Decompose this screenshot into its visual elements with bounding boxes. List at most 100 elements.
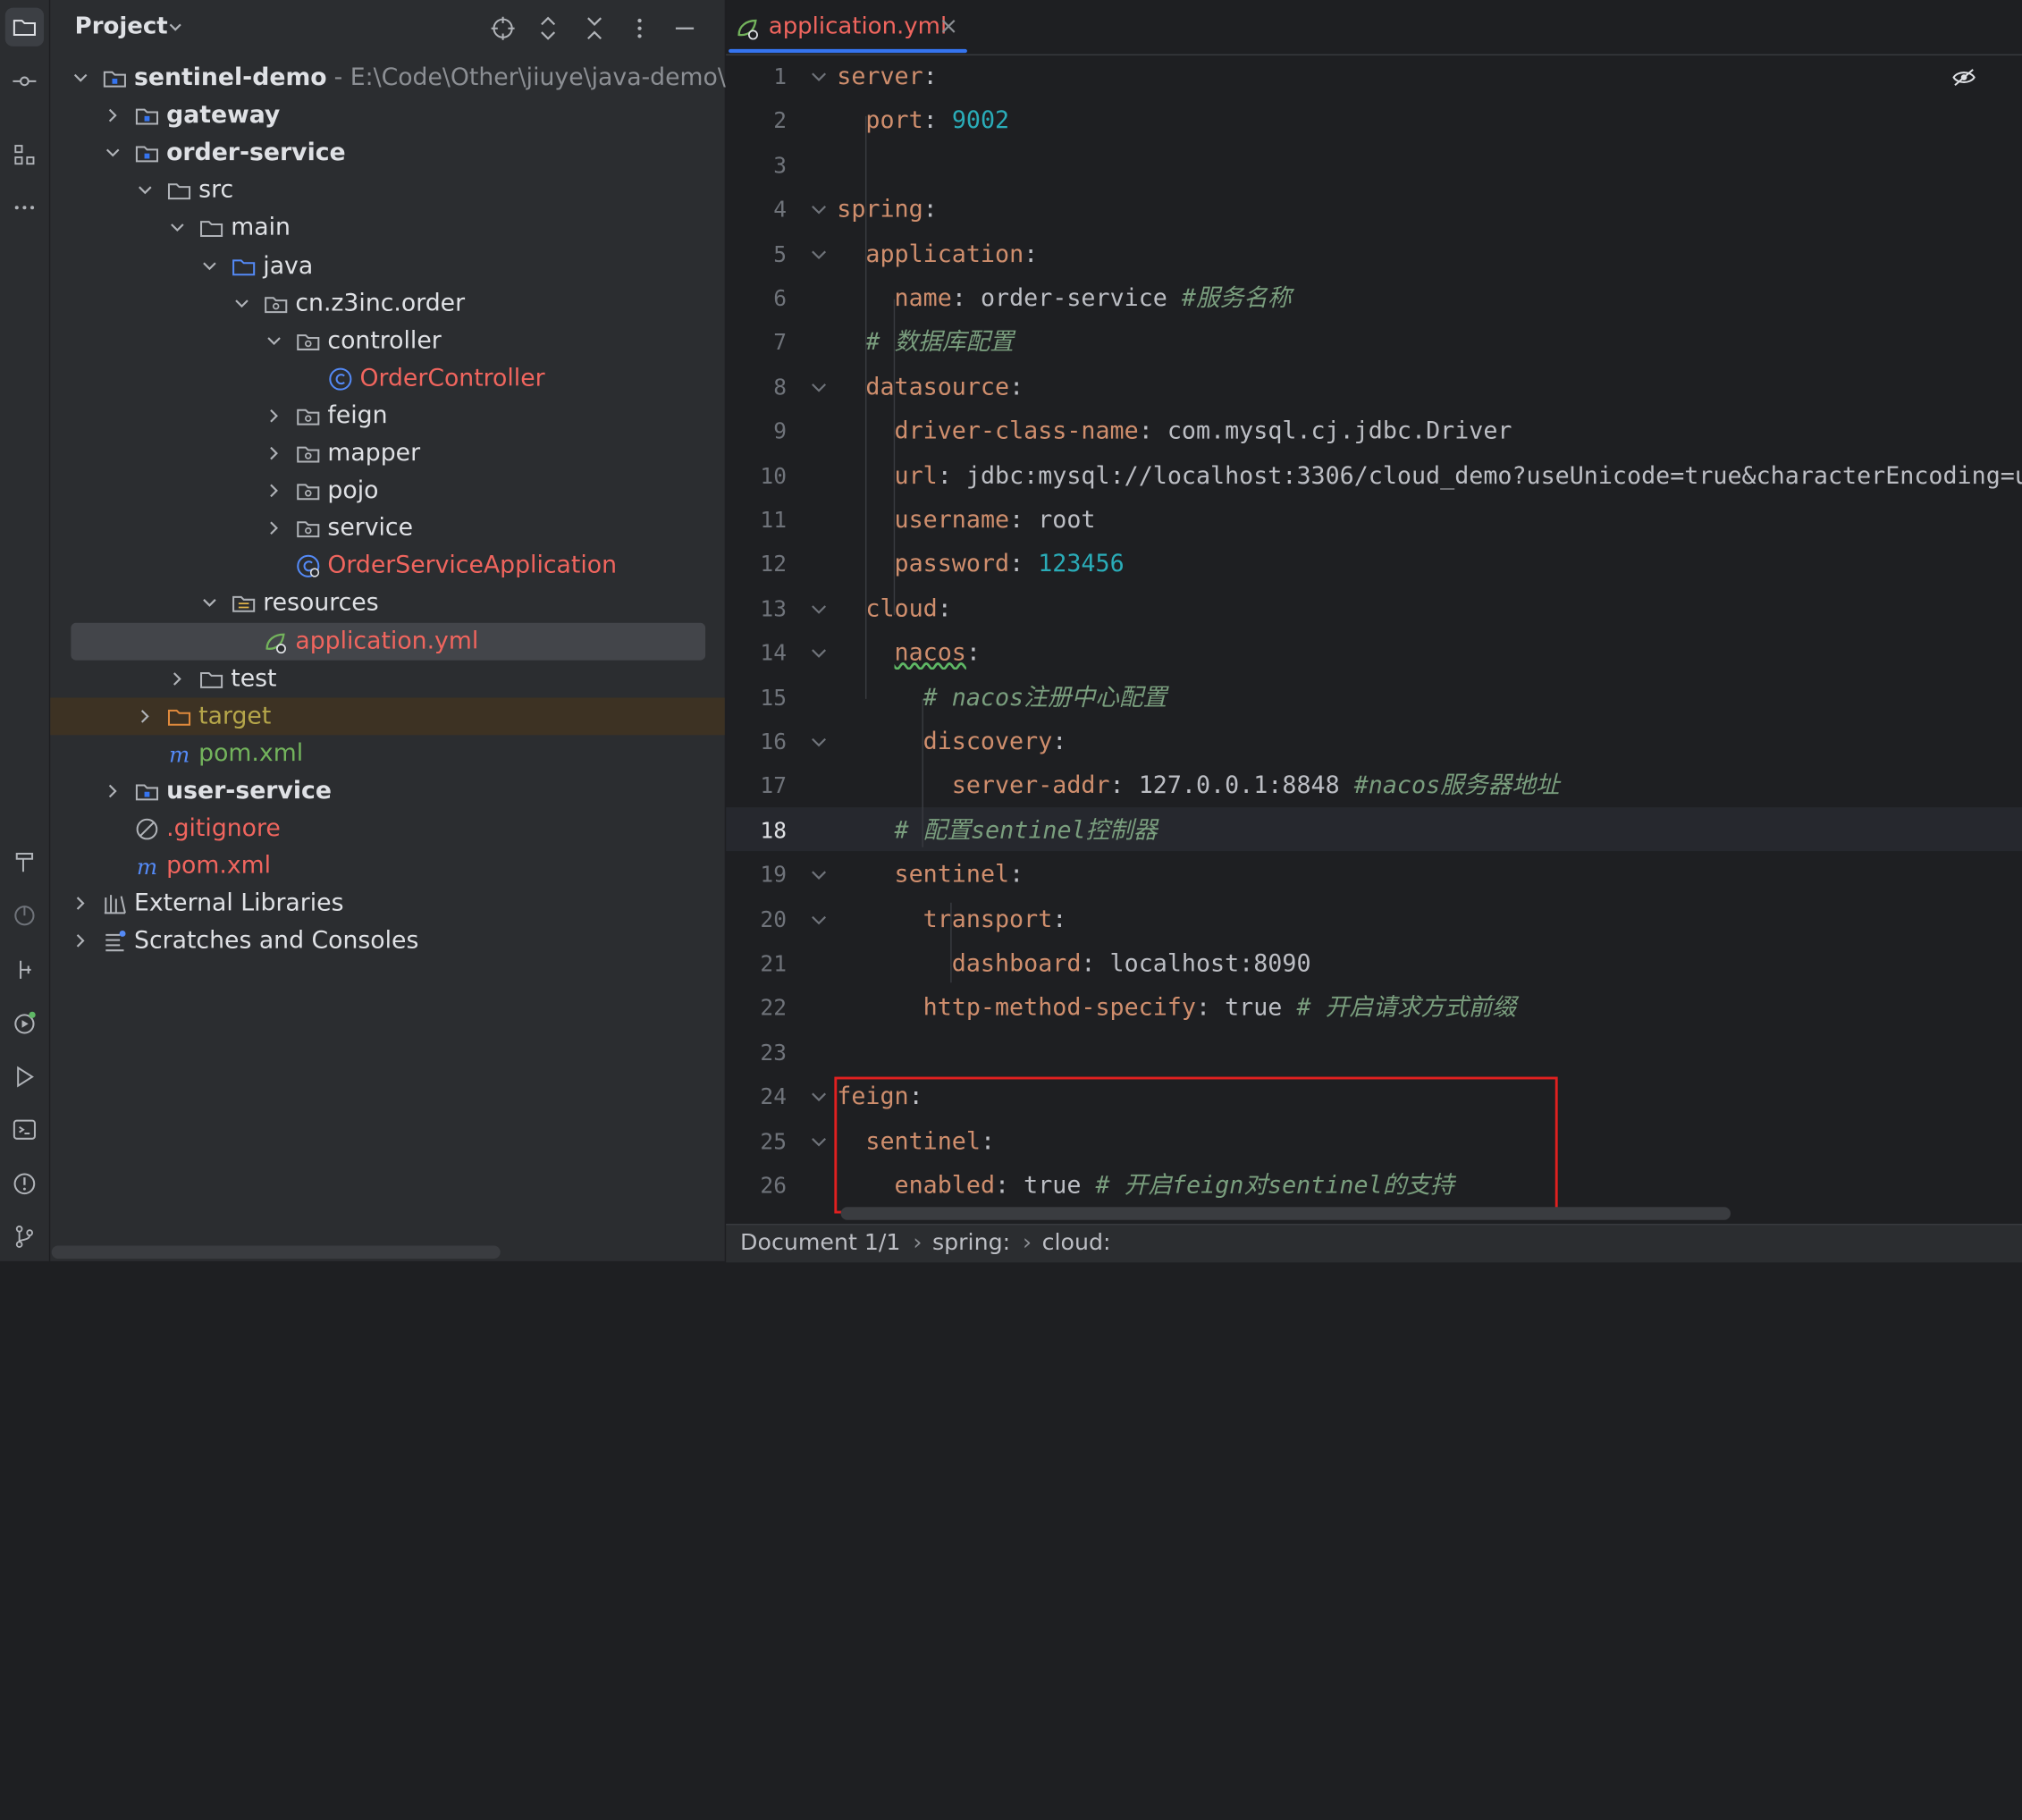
tree-java[interactable]: java xyxy=(50,247,724,284)
tree-test[interactable]: test xyxy=(50,660,724,697)
structure-icon[interactable] xyxy=(5,135,44,173)
fold-chevron-icon[interactable] xyxy=(810,379,828,397)
spring-yml-file-icon xyxy=(265,632,286,653)
chevron-down-icon[interactable] xyxy=(105,145,122,162)
tree-sentinel-demo[interactable]: sentinel-demo - E:\Code\Other\jiuye\java-… xyxy=(50,59,738,97)
project-folder-icon[interactable] xyxy=(4,7,45,46)
chevron-down-icon[interactable] xyxy=(72,70,89,87)
chevron-right-icon[interactable] xyxy=(105,783,122,800)
line-number: 22 xyxy=(760,996,787,1023)
tree-orderserviceapplication[interactable]: OrderServiceApplication xyxy=(50,547,724,585)
tree-user-service[interactable]: user-service xyxy=(50,772,724,810)
build-hammer-icon[interactable] xyxy=(5,842,44,881)
tree-main[interactable]: main xyxy=(50,209,724,247)
tree-order-service[interactable]: order-service xyxy=(50,134,724,172)
tree-target[interactable]: target xyxy=(50,696,725,735)
tree-item-label: target xyxy=(198,702,272,730)
fold-chevron-icon[interactable] xyxy=(810,734,828,752)
chevron-right-icon[interactable] xyxy=(105,107,122,124)
chevron-right-icon[interactable] xyxy=(137,708,154,725)
indent-guide xyxy=(864,115,867,699)
yaml-key: server xyxy=(837,63,923,90)
yaml-separator: : xyxy=(1009,861,1024,889)
breadcrumb-spring[interactable]: spring: xyxy=(932,1230,1010,1256)
chevron-down-icon[interactable] xyxy=(166,18,184,36)
yaml-value: true xyxy=(1225,994,1297,1023)
chevron-right-icon[interactable] xyxy=(169,670,186,687)
chevron-down-icon[interactable] xyxy=(201,595,218,612)
fold-chevron-icon[interactable] xyxy=(810,246,828,264)
profiler-icon[interactable] xyxy=(5,897,44,935)
editor-horizontal-scrollbar[interactable] xyxy=(840,1207,1731,1220)
yaml-separator: : xyxy=(1109,772,1139,800)
tree-application-yml[interactable]: application.yml xyxy=(71,622,706,660)
chevron-right-icon[interactable] xyxy=(265,520,282,537)
tree-package-order[interactable]: cn.z3inc.order xyxy=(50,284,724,322)
fold-chevron-icon[interactable] xyxy=(810,68,828,86)
code-view[interactable]: server: port: 9002 spring: application: n… xyxy=(837,55,2022,1220)
services-icon[interactable] xyxy=(5,950,44,989)
fold-chevron-icon[interactable] xyxy=(810,1133,828,1150)
project-horizontal-scrollbar[interactable] xyxy=(51,1245,501,1259)
fold-chevron-icon[interactable] xyxy=(810,867,828,885)
more-tools-icon[interactable] xyxy=(5,189,44,227)
line-number: 8 xyxy=(773,375,787,401)
tree-pojo[interactable]: pojo xyxy=(50,472,724,510)
tree-order-pom[interactable]: m pom.xml xyxy=(50,735,724,772)
locate-target-icon[interactable] xyxy=(489,14,518,43)
tree-controller[interactable]: controller xyxy=(50,322,724,359)
chevron-right-icon[interactable] xyxy=(265,408,282,425)
line-number: 5 xyxy=(773,241,787,268)
tree-gitignore[interactable]: .gitignore xyxy=(50,810,724,847)
chevron-right-icon[interactable] xyxy=(265,445,282,462)
collapse-all-icon[interactable] xyxy=(580,14,609,43)
chevron-down-icon[interactable] xyxy=(233,295,250,312)
fold-chevron-icon[interactable] xyxy=(810,201,828,219)
run-icon[interactable] xyxy=(5,1057,44,1096)
terminal-icon[interactable] xyxy=(5,1110,44,1149)
tab-application-yml[interactable]: application.yml × xyxy=(726,0,967,55)
chevron-down-icon[interactable] xyxy=(169,220,186,237)
chevron-right-icon[interactable] xyxy=(265,483,282,500)
fold-chevron-icon[interactable] xyxy=(810,1089,828,1107)
options-kebab-icon[interactable] xyxy=(626,14,654,43)
chevron-down-icon[interactable] xyxy=(137,182,154,199)
chevron-right-icon[interactable] xyxy=(72,932,89,949)
tree-item-label: order-service xyxy=(166,139,346,167)
tree-item-label: pom.xml xyxy=(198,739,304,768)
folder-icon xyxy=(200,671,223,688)
chevron-down-icon[interactable] xyxy=(201,257,218,274)
line-number: 6 xyxy=(773,286,787,313)
expand-all-icon[interactable] xyxy=(534,14,562,43)
tree-ordercontroller[interactable]: OrderController xyxy=(50,359,724,397)
breadcrumb-document[interactable]: Document 1/1 xyxy=(740,1230,900,1256)
project-panel-title[interactable]: Project xyxy=(75,13,168,39)
tree-gateway[interactable]: gateway xyxy=(50,97,724,134)
git-branch-icon[interactable] xyxy=(5,1218,44,1256)
chevron-right-icon[interactable] xyxy=(72,895,89,912)
tree-root-pom[interactable]: m pom.xml xyxy=(50,847,724,885)
fold-chevron-icon[interactable] xyxy=(810,645,828,663)
chevron-down-icon[interactable] xyxy=(265,333,282,350)
run-dashboard-icon[interactable] xyxy=(5,1003,44,1041)
line-number: 3 xyxy=(773,153,787,180)
tree-feign[interactable]: feign xyxy=(50,397,724,434)
tree-src[interactable]: src xyxy=(50,172,724,209)
tree-resources[interactable]: resources xyxy=(50,585,724,622)
breadcrumb-cloud[interactable]: cloud: xyxy=(1042,1230,1111,1256)
fold-chevron-icon[interactable] xyxy=(810,911,828,929)
tree-mapper[interactable]: mapper xyxy=(50,434,724,472)
code-line: http-method-specify: true # 开启请求方式前缀 xyxy=(837,987,1516,1031)
svg-text:m: m xyxy=(137,854,157,880)
tab-close-icon[interactable]: × xyxy=(939,13,958,39)
yaml-value: jdbc:mysql://localhost:3306/cloud_demo?u… xyxy=(965,462,2022,490)
tree-external-libraries[interactable]: External Libraries xyxy=(50,885,724,923)
minimize-icon[interactable] xyxy=(670,14,699,43)
problems-icon[interactable] xyxy=(5,1165,44,1203)
fold-chevron-icon[interactable] xyxy=(810,601,828,619)
commit-icon[interactable] xyxy=(5,62,44,100)
tree-scratches[interactable]: Scratches and Consoles xyxy=(50,923,724,960)
tree-service[interactable]: service xyxy=(50,510,724,547)
